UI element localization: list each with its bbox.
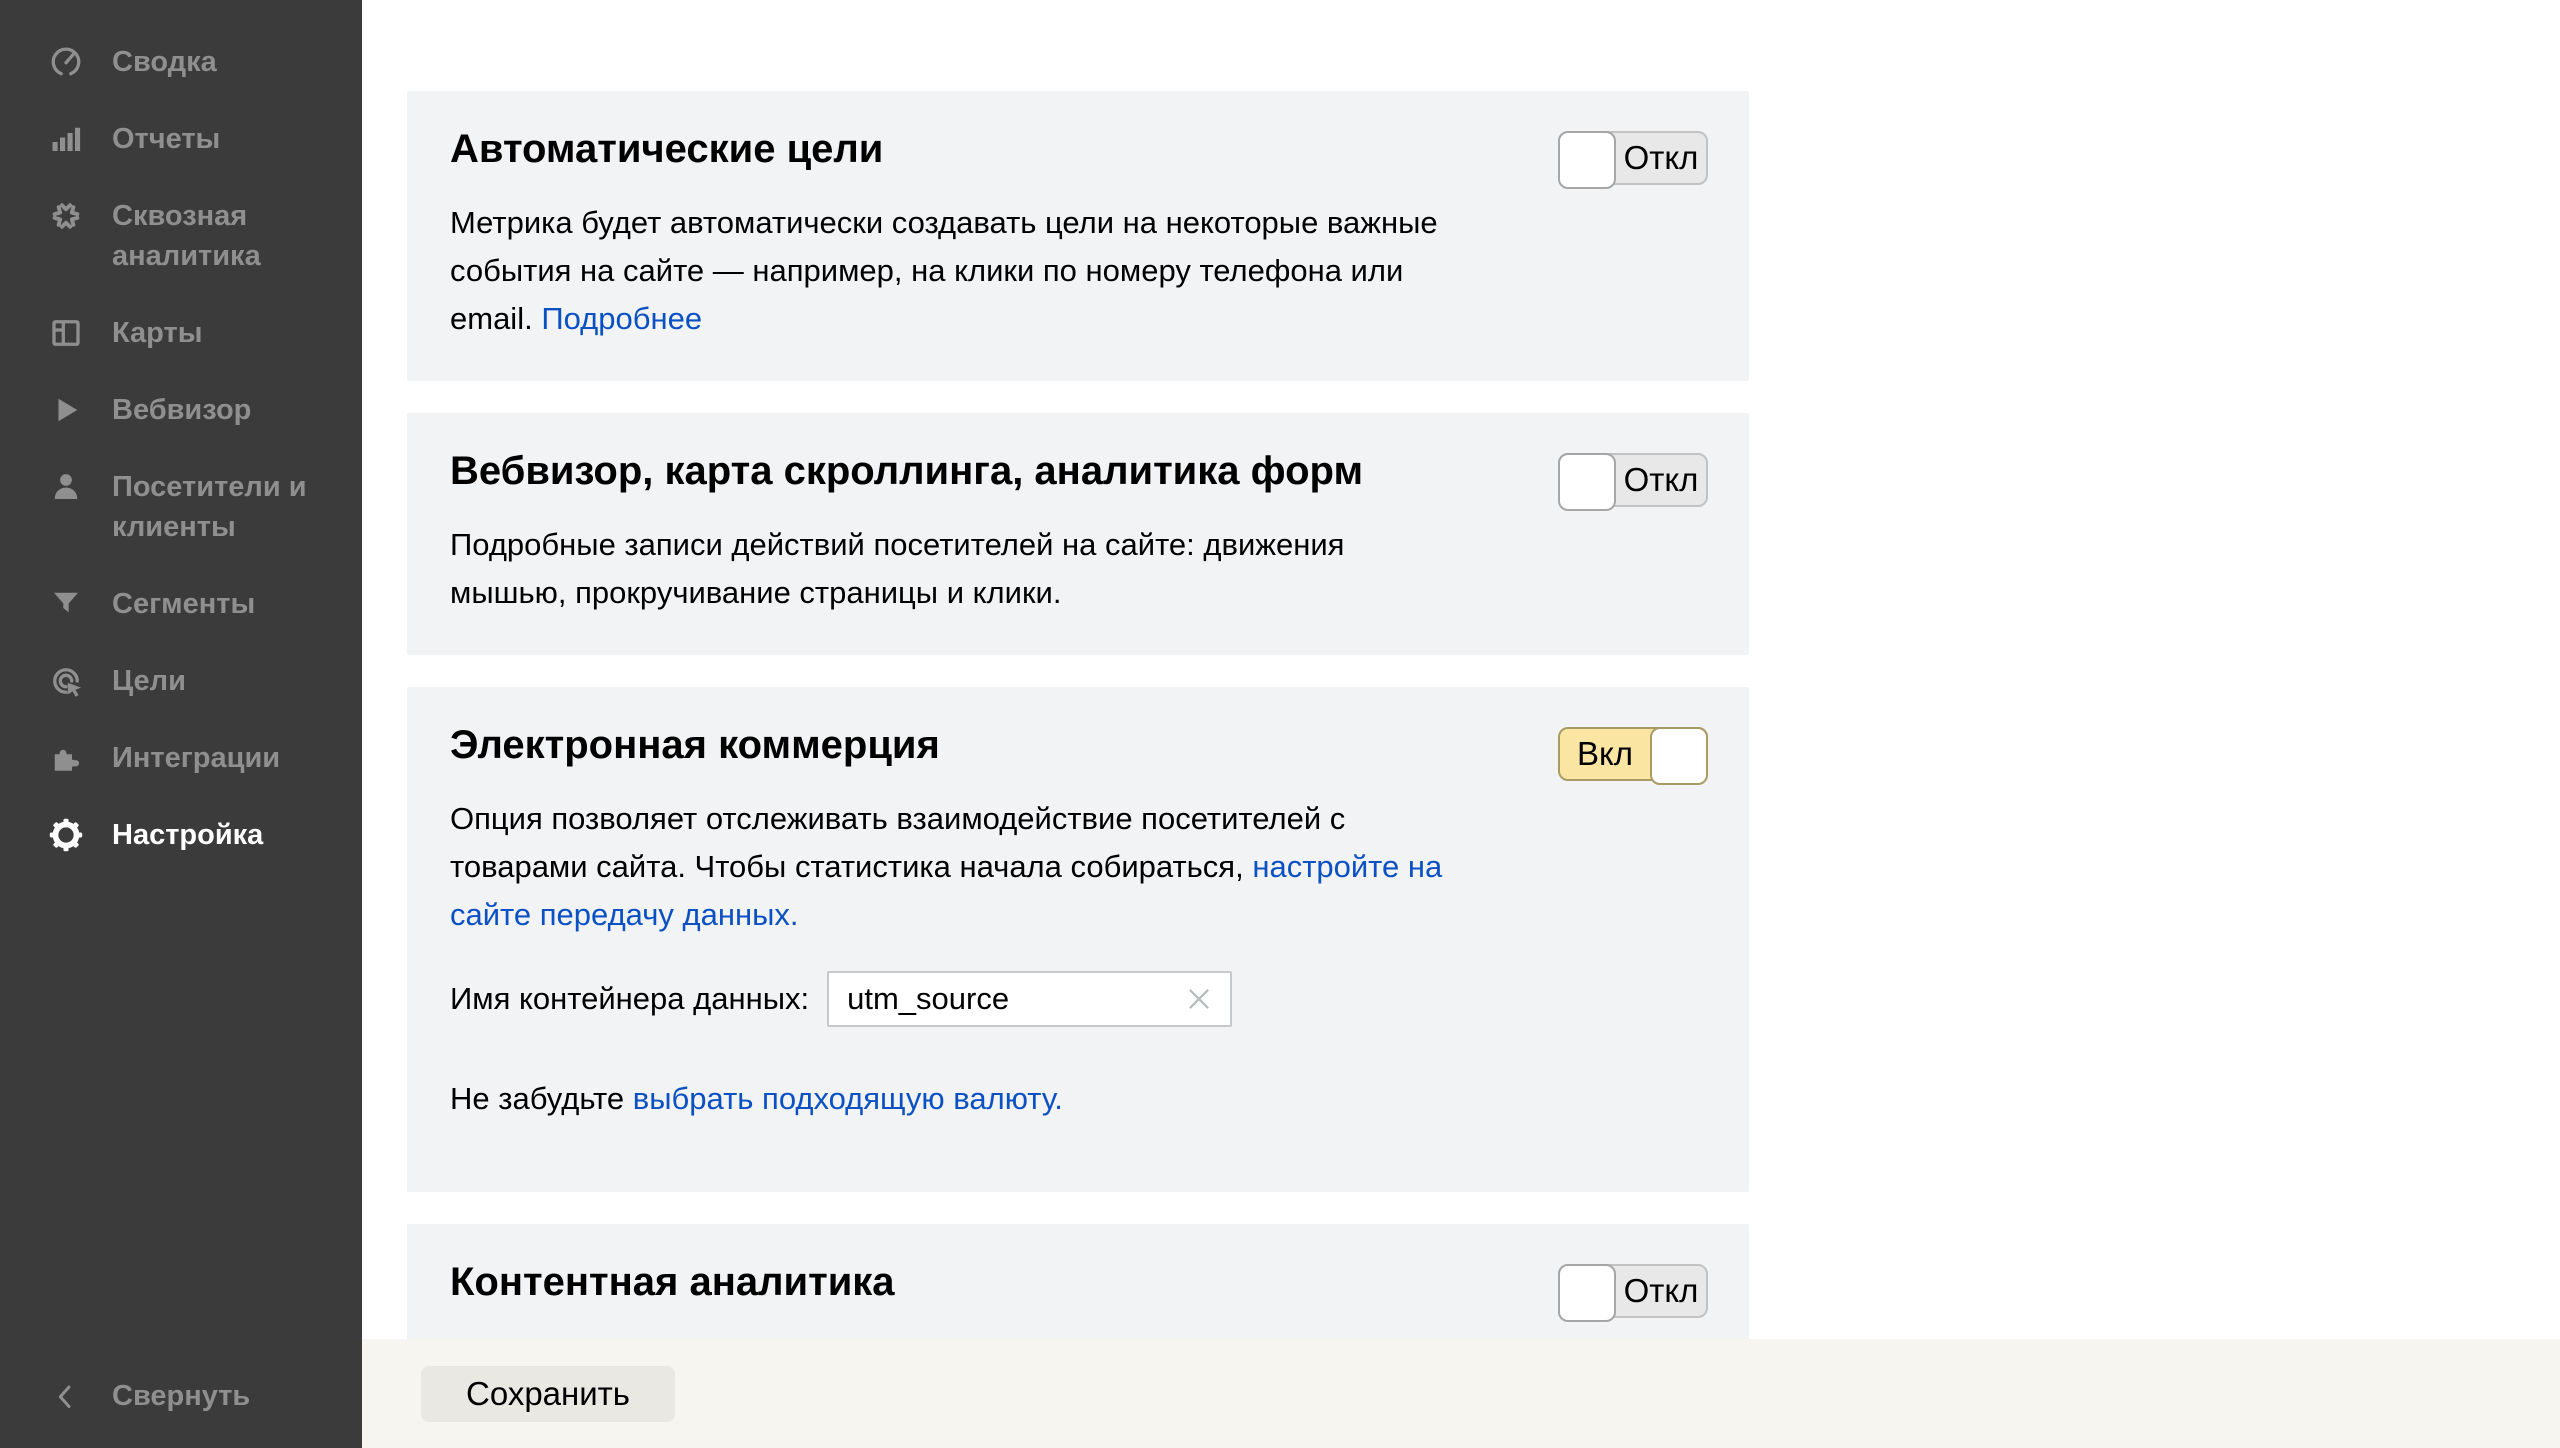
footer-bar: Сохранить [362,1339,2560,1448]
sidebar-item-summary[interactable]: Сводка [0,42,362,82]
sidebar-item-segments[interactable]: Сегменты [0,584,362,624]
sidebar-item-settings[interactable]: Настройка [0,815,362,855]
sidebar-item-label: Настройка [112,815,263,855]
container-name-input-wrap [827,971,1232,1027]
sidebar: Сводка Отчеты [0,0,362,1448]
toggle-state-label: Вкл [1560,729,1650,779]
close-icon [1182,982,1216,1016]
sidebar-item-label: Сквозная аналитика [112,196,317,276]
play-icon [48,392,84,428]
sidebar-item-goals[interactable]: Цели [0,661,362,701]
person-icon [48,469,84,505]
collapse-label: Свернуть [112,1376,250,1416]
gauge-icon [48,44,84,80]
container-name-row: Имя контейнера данных: [450,971,1707,1027]
layout-icon [48,315,84,351]
container-name-input[interactable] [827,971,1232,1027]
card-title: Вебвизор, карта скроллинга, аналитика фо… [450,447,1707,495]
card-title: Автоматические цели [450,125,1707,173]
sidebar-collapse-button[interactable]: Свернуть [0,1376,250,1416]
card-description: Опция позволяет отслеживать взаимодейств… [450,795,1465,939]
sidebar-item-label: Посетители и клиенты [112,467,317,547]
gear-icon [48,817,84,853]
sidebar-item-webvisor[interactable]: Вебвизор [0,390,362,430]
funnel-icon [48,586,84,622]
card-ecommerce: Электронная коммерция Вкл Опция позволяе… [407,687,1749,1192]
card-webvisor: Вебвизор, карта скроллинга, аналитика фо… [407,413,1749,655]
sidebar-item-integrations[interactable]: Интеграции [0,738,362,778]
sidebar-item-label: Вебвизор [112,390,251,430]
card-title: Электронная коммерция [450,721,1707,769]
toggle-state-label: Откл [1616,133,1706,183]
card-description: Подробные записи действий посетителей на… [450,521,1465,617]
goal-click-icon [48,663,84,699]
card-description: Метрика будет автоматически создавать це… [450,199,1465,343]
sidebar-item-label: Цели [112,661,186,701]
webvisor-toggle[interactable]: Откл [1558,453,1708,507]
sidebar-item-visitors[interactable]: Посетители и клиенты [0,467,362,547]
ecommerce-toggle[interactable]: Вкл [1558,727,1708,781]
save-button[interactable]: Сохранить [421,1366,675,1422]
auto-goals-toggle[interactable]: Откл [1558,131,1708,185]
toggle-knob [1558,1264,1616,1322]
bar-chart-icon [48,121,84,157]
sidebar-item-label: Отчеты [112,119,220,159]
sidebar-item-label: Сегменты [112,584,255,624]
sidebar-item-label: Сводка [112,42,217,82]
toggle-state-label: Откл [1616,1266,1706,1316]
sidebar-item-label: Интеграции [112,738,280,778]
sidebar-item-reports[interactable]: Отчеты [0,119,362,159]
toggle-knob [1558,131,1616,189]
sidebar-item-cross-analytics[interactable]: Сквозная аналитика [0,196,362,276]
content-analytics-toggle[interactable]: Откл [1558,1264,1708,1318]
sidebar-item-maps[interactable]: Карты [0,313,362,353]
description-text: Опция позволяет отслеживать взаимодейств… [450,801,1345,884]
description-text: Подробные записи действий посетителей на… [450,527,1344,610]
card-description: Отчеты по текстовым материалам сайта. По… [450,1332,1465,1339]
card-auto-goals: Автоматические цели Откл Метрика будет а… [407,91,1749,381]
toggle-knob [1558,453,1616,511]
clear-input-button[interactable] [1182,979,1222,1019]
chevron-left-icon [48,1378,84,1414]
currency-note: Не забудьте выбрать подходящую валюту. [450,1075,1707,1123]
snowflake-icon [48,198,84,234]
toggle-state-label: Откл [1616,455,1706,505]
card-content-analytics: Контентная аналитика Откл Отчеты по текс… [407,1224,1749,1339]
note-text: Не забудьте [450,1081,633,1116]
details-link[interactable]: Подробнее [541,301,702,336]
card-title: Контентная аналитика [450,1258,1707,1306]
sidebar-item-label: Карты [112,313,202,353]
toggle-knob [1650,727,1708,785]
settings-content: Автоматические цели Откл Метрика будет а… [362,0,2560,1339]
sidebar-nav: Сводка Отчеты [0,0,362,855]
yandex-metrica-settings-page: Сводка Отчеты [0,0,2560,1448]
puzzle-icon [48,740,84,776]
choose-currency-link[interactable]: выбрать подходящую валюту. [633,1081,1063,1116]
container-name-label: Имя контейнера данных: [450,981,809,1017]
